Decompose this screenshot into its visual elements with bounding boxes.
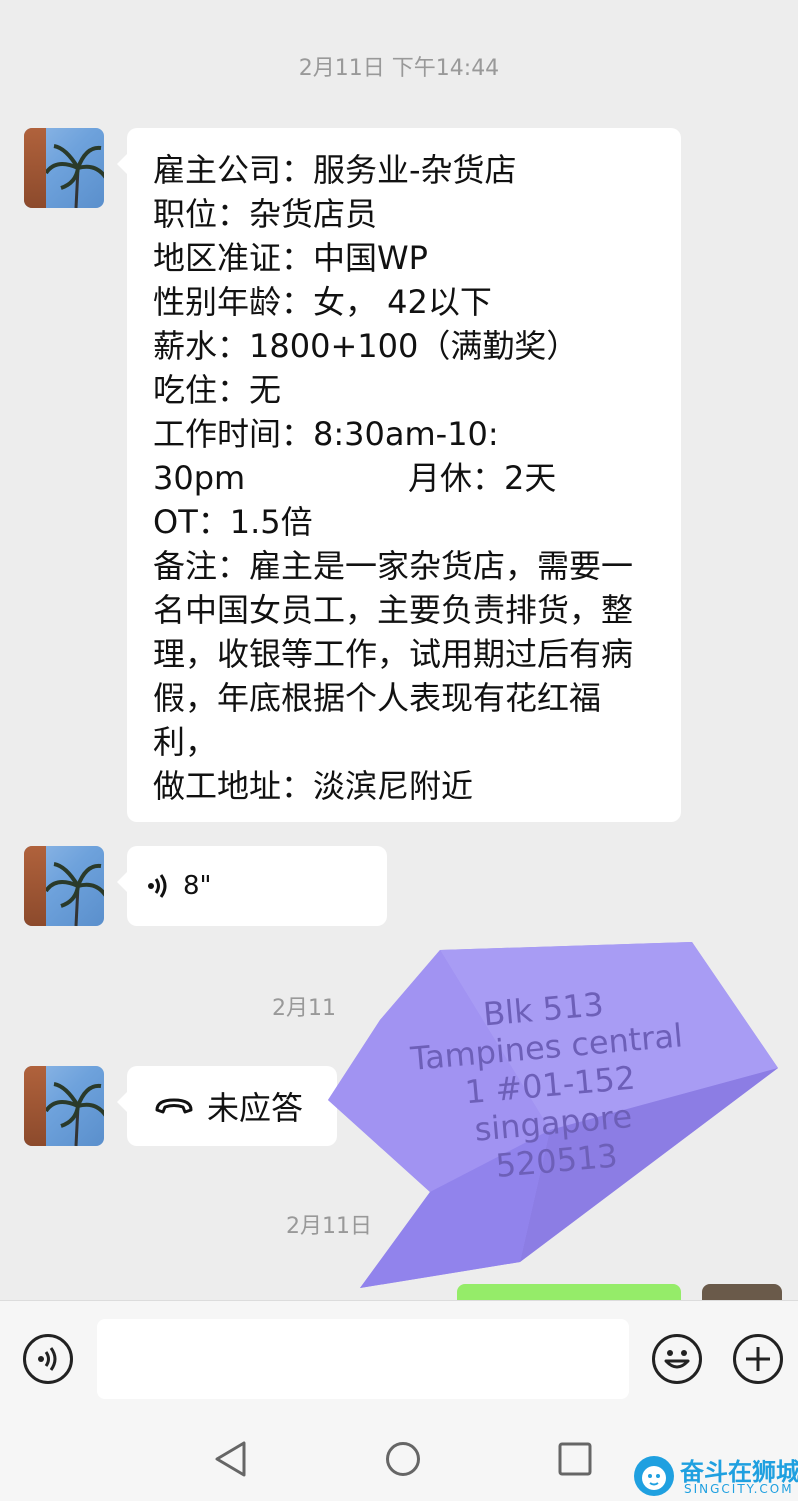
job-post-line: OT：1.5倍	[153, 503, 313, 541]
job-post-line: 30pm 月休：2天	[153, 459, 557, 497]
job-post-line: 薪水：1800+100（满勤奖）	[153, 327, 579, 365]
voice-duration: 8"	[183, 871, 212, 901]
job-post-line: 备注：雇主是一家杂货店，需要一	[153, 547, 634, 585]
job-post-line: 吃住：无	[153, 371, 282, 409]
job-post-line: 理，收银等工作，试用期过后有病	[153, 635, 634, 673]
recent-square-icon[interactable]	[558, 1442, 592, 1476]
plus-icon[interactable]	[733, 1334, 783, 1384]
job-post-line: 性别年龄：女， 42以下	[153, 283, 492, 321]
watermark-domain: SINGCITY.COM	[684, 1482, 794, 1496]
missed-call-message[interactable]: 未应答	[117, 1066, 337, 1146]
voice-mode-icon[interactable]	[23, 1334, 73, 1384]
job-post-line: 地区准证：中国WP	[153, 239, 428, 277]
job-post-line: 名中国女员工，主要负责排货，整	[153, 591, 634, 629]
phone-hangup-icon	[155, 1098, 193, 1114]
home-circle-icon[interactable]	[385, 1441, 421, 1477]
voice-wave-icon	[148, 874, 167, 898]
job-post-line: 做工地址：淡滨尼附近	[153, 767, 474, 805]
lion-logo-icon	[634, 1456, 674, 1496]
contact-avatar[interactable]	[24, 846, 104, 926]
job-post-line: 假，年底根据个人表现有花红福	[153, 679, 602, 717]
back-triangle-icon[interactable]	[214, 1441, 248, 1477]
job-post-line: 雇主公司：服务业-杂货店	[153, 151, 517, 189]
contact-avatar[interactable]	[24, 128, 104, 208]
singcity-watermark: 奋斗在狮城 SINGCITY.COM	[632, 1452, 798, 1500]
job-post-line: 利，	[153, 723, 218, 761]
timestamp: 2月11日 下午14:44	[298, 56, 500, 81]
emoji-icon[interactable]	[652, 1334, 702, 1384]
job-post-line: 职位：杂货店员	[153, 195, 378, 233]
contact-avatar[interactable]	[24, 1066, 104, 1146]
job-post-line: 工作时间：8:30am-10:	[153, 415, 499, 453]
missed-call-label: 未应答	[207, 1089, 304, 1127]
address-sticker-text: Blk 513 Tampines central 1 #01-152 singa…	[382, 976, 717, 1193]
message-input[interactable]	[97, 1319, 629, 1399]
job-post-message[interactable]: 雇主公司：服务业-杂货店 职位：杂货店员地区准证：中国WP 性别年龄：女， 42以下…	[117, 128, 681, 822]
voice-message[interactable]: 8"	[117, 846, 387, 926]
